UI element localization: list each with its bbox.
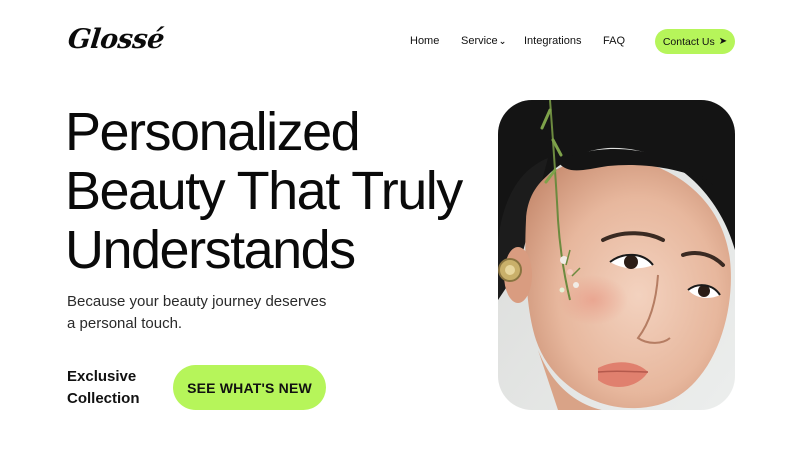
exclusive-line-2: Collection (67, 390, 140, 407)
exclusive-line-1: Exclusive (67, 368, 137, 385)
nav-home-link[interactable]: Home (410, 35, 439, 47)
portrait-illustration (498, 100, 735, 410)
chevron-down-icon: ⌄ (498, 36, 507, 46)
hero-subtitle-line-1: Because your beauty journey deserves (67, 293, 327, 310)
hero-headline: Personalized Beauty That Truly Understan… (65, 102, 463, 280)
contact-us-button[interactable]: Contact Us ➤ (655, 29, 735, 54)
arrow-right-icon: ➤ (718, 36, 728, 47)
contact-us-label: Contact Us (662, 35, 715, 48)
nav-service-link[interactable]: Service⌄ (461, 35, 506, 47)
exclusive-collection-label: Exclusive Collection (67, 366, 140, 410)
brand-logo[interactable]: Glossé (66, 24, 165, 55)
hero-subtitle: Because your beauty journey deserves a p… (67, 291, 367, 335)
hero-headline-line-1: Personalized (65, 102, 361, 162)
hero-portrait-image (498, 100, 735, 410)
hero-headline-line-3: Understands (65, 220, 356, 280)
hero-headline-line-2: Beauty That Truly (65, 161, 463, 221)
nav-service-label: Service (461, 35, 498, 47)
hero-subtitle-line-2: a personal touch. (67, 315, 183, 332)
nav-integrations-link[interactable]: Integrations (524, 35, 581, 47)
nav-faq-link[interactable]: FAQ (603, 35, 625, 47)
see-whats-new-button[interactable]: SEE WHAT'S NEW (173, 365, 326, 410)
